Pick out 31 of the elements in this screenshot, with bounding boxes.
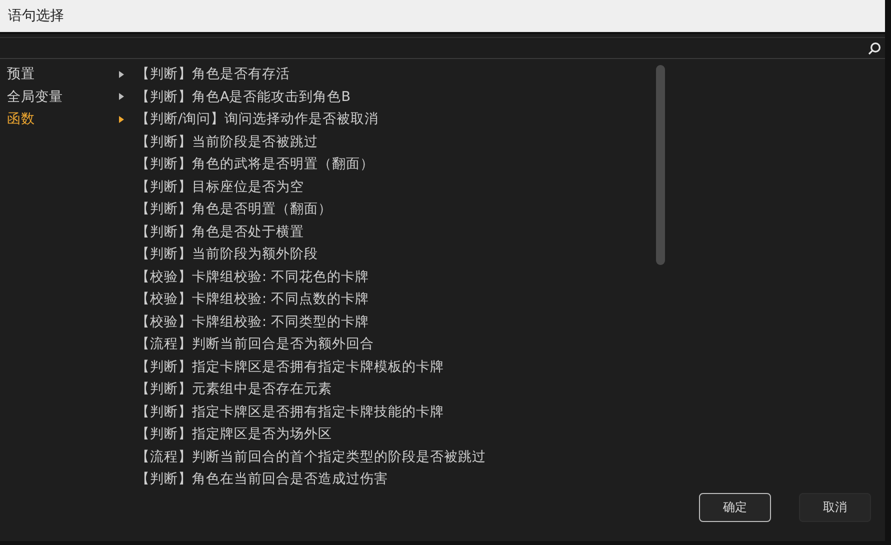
statement-item[interactable]: 【判断】角色是否处于横置 (136, 220, 656, 243)
statement-item[interactable]: 【判断】目标座位是否为空 (136, 176, 656, 198)
statement-item[interactable]: 【判断】角色在当前回合是否造成过伤害 (136, 468, 656, 490)
statement-item[interactable]: 【判断】角色是否明置（翻面） (136, 198, 656, 220)
search-icon[interactable] (868, 42, 881, 54)
statement-item[interactable]: 【判断】指定牌区是否为场外区 (136, 423, 656, 446)
statement-item[interactable]: 【判断】当前阶段为额外阶段 (136, 243, 656, 266)
scrollbar-thumb[interactable] (656, 65, 665, 265)
caret-icon (119, 93, 124, 100)
statement-item[interactable]: 【判断】角色A是否能攻击到角色B (136, 86, 656, 108)
statement-item[interactable]: 【判断】指定卡牌区是否拥有指定卡牌模板的卡牌 (136, 356, 656, 378)
statement-item[interactable]: 【判断/询问】询问选择动作是否被取消 (136, 108, 656, 130)
statement-item[interactable]: 【校验】卡牌组校验: 不同类型的卡牌 (136, 310, 656, 333)
caret-icon (119, 116, 124, 123)
statement-item[interactable]: 【判断】角色的武将是否明置（翻面） (136, 153, 656, 176)
statement-item[interactable]: 【校验】卡牌组校验: 不同花色的卡牌 (136, 266, 656, 288)
category-item[interactable]: 全局变量 (0, 86, 130, 108)
statement-item[interactable]: 【流程】判断当前回合是否为额外回合 (136, 333, 656, 356)
category-item[interactable]: 函数 (0, 108, 130, 130)
statement-item[interactable]: 【判断】元素组中是否存在元素 (136, 378, 656, 400)
category-item[interactable]: 预置 (0, 63, 130, 86)
search-field[interactable] (0, 37, 885, 59)
statement-item[interactable]: 【判断】指定卡牌区是否拥有指定卡牌技能的卡牌 (136, 400, 656, 423)
cancel-button[interactable]: 取消 (799, 493, 871, 522)
statement-item[interactable]: 【校验】卡牌组校验: 不同点数的卡牌 (136, 288, 656, 310)
confirm-button[interactable]: 确定 (699, 493, 771, 522)
statement-item[interactable]: 【流程】判断当前回合的首个指定类型的阶段是否被跳过 (136, 446, 656, 468)
statement-item[interactable]: 【判断】角色是否有存活 (136, 63, 656, 86)
statement-item[interactable]: 【判断】当前阶段是否被跳过 (136, 130, 656, 153)
caret-icon (119, 70, 124, 78)
window-title: 语句选择 (8, 7, 64, 25)
